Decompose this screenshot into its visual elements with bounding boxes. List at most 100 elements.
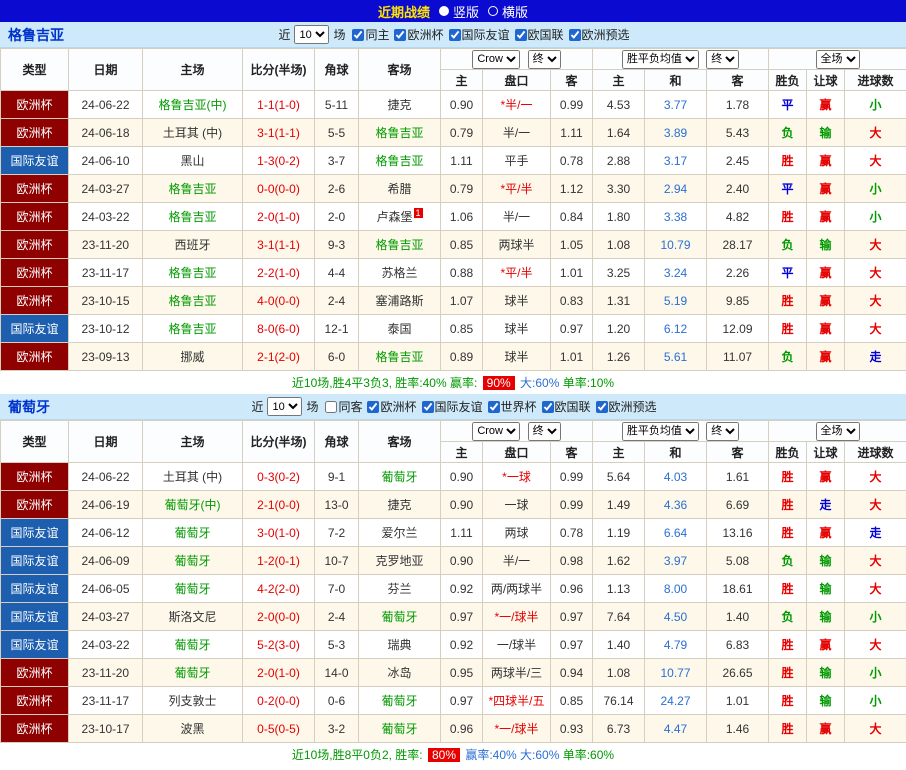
vertical-layout-option[interactable]: 竖版 (439, 2, 479, 21)
corner-count: 14-0 (315, 659, 359, 687)
filter-option[interactable]: 欧洲杯 (389, 26, 443, 43)
euro-away-odds: 5.08 (707, 547, 769, 575)
radio-unselected-icon[interactable] (488, 6, 498, 16)
euro-draw-odds: 3.77 (645, 91, 707, 119)
col-home: 主场 (143, 49, 243, 91)
asian-handicap: *一球 (483, 463, 551, 491)
filter-checkbox[interactable] (542, 401, 554, 413)
odds-provider-select[interactable]: Crow (472, 422, 520, 441)
filter-checkbox[interactable] (515, 29, 527, 41)
match-row: 国际友谊24-03-27斯洛文尼2-0(0-0)2-4葡萄牙0.97*一/球半0… (1, 603, 906, 631)
result-goals: 大 (845, 287, 906, 315)
col-score: 比分(半场) (243, 49, 315, 91)
home-team: 土耳其 (中) (143, 119, 243, 147)
result-goals: 小 (845, 175, 906, 203)
corner-count: 5-3 (315, 631, 359, 659)
euro-time-select[interactable]: 终 (706, 422, 739, 441)
match-type: 欧洲杯 (1, 343, 69, 371)
asian-handicap: *平/半 (483, 259, 551, 287)
fulltime-select[interactable]: 全场 (816, 50, 860, 69)
euro-home-odds: 3.30 (593, 175, 645, 203)
euro-away-odds: 1.46 (707, 715, 769, 743)
match-score: 2-0(1-0) (243, 203, 315, 231)
filter-option[interactable]: 世界杯 (483, 398, 537, 415)
matches-table: 类型 日期 主场 比分(半场) 角球 客场 Crow 终 胜平负均值 终 全场 … (0, 420, 906, 743)
filter-option[interactable]: 国际友谊 (444, 26, 510, 43)
euro-home-odds: 1.80 (593, 203, 645, 231)
asian-handicap: 半/一 (483, 203, 551, 231)
col-wdl: 胜负 (769, 70, 807, 91)
filter-checkbox[interactable] (449, 29, 461, 41)
match-count-select[interactable]: 10 (267, 397, 302, 416)
filter-label: 同主 (365, 26, 389, 43)
away-team: 瑞典 (359, 631, 441, 659)
corner-count: 9-3 (315, 231, 359, 259)
filter-option[interactable]: 欧国联 (510, 26, 564, 43)
rate-badge: 80% (428, 748, 460, 762)
filter-checkbox[interactable] (569, 29, 581, 41)
asian-home-odds: 0.88 (441, 259, 483, 287)
filter-checkbox[interactable] (352, 29, 364, 41)
fulltime-select[interactable]: 全场 (816, 422, 860, 441)
matches-label: 场 (306, 398, 318, 415)
asian-away-odds: 0.99 (551, 463, 593, 491)
result-handicap: 赢 (807, 175, 845, 203)
euro-draw-odds: 4.36 (645, 491, 707, 519)
filter-checkbox[interactable] (488, 401, 500, 413)
filter-checkboxes: 同主欧洲杯国际友谊欧国联欧洲预选 (347, 26, 629, 43)
match-type: 欧洲杯 (1, 687, 69, 715)
col-corner: 角球 (315, 421, 359, 463)
result-wdl: 胜 (769, 575, 807, 603)
home-team: 格鲁吉亚 (143, 175, 243, 203)
asian-handicap: *半/一 (483, 91, 551, 119)
horizontal-layout-option[interactable]: 横版 (488, 2, 528, 21)
col-asian-away: 客 (551, 442, 593, 463)
filter-option[interactable]: 欧洲预选 (564, 26, 630, 43)
match-score: 1-1(1-0) (243, 91, 315, 119)
odds-time-select[interactable]: 终 (528, 422, 561, 441)
filter-checkbox[interactable] (325, 401, 337, 413)
asian-home-odds: 1.11 (441, 519, 483, 547)
wdl-avg-select[interactable]: 胜平负均值 (622, 50, 699, 69)
odds-time-select[interactable]: 终 (528, 50, 561, 69)
radio-selected-icon[interactable] (439, 6, 449, 16)
odds-provider-select[interactable]: Crow (472, 50, 520, 69)
away-team: 克罗地亚 (359, 547, 441, 575)
match-count-select[interactable]: 10 (294, 25, 329, 44)
filter-option[interactable]: 欧国联 (537, 398, 591, 415)
filter-checkbox[interactable] (422, 401, 434, 413)
euro-away-odds: 2.26 (707, 259, 769, 287)
wdl-avg-select[interactable]: 胜平负均值 (622, 422, 699, 441)
filter-option[interactable]: 欧洲预选 (591, 398, 657, 415)
filter-option[interactable]: 国际友谊 (417, 398, 483, 415)
match-row: 国际友谊24-06-10黑山1-3(0-2)3-7格鲁吉亚1.11平手0.782… (1, 147, 906, 175)
filter-checkbox[interactable] (367, 401, 379, 413)
filter-bar: 近 10 场 同客欧洲杯国际友谊世界杯欧国联欧洲预选 (249, 397, 656, 416)
summary-text: 近10场,胜4平3负3, 胜率:40% (292, 374, 450, 391)
filter-option[interactable]: 同主 (347, 26, 389, 43)
result-wdl: 负 (769, 547, 807, 575)
asian-home-odds: 0.92 (441, 575, 483, 603)
col-wdl: 胜负 (769, 442, 807, 463)
filter-option[interactable]: 同客 (320, 398, 362, 415)
asian-away-odds: 0.97 (551, 631, 593, 659)
asian-away-odds: 0.84 (551, 203, 593, 231)
asian-handicap: *平/半 (483, 175, 551, 203)
filter-checkbox[interactable] (596, 401, 608, 413)
corner-count: 5-11 (315, 91, 359, 119)
away-team: 塞浦路斯 (359, 287, 441, 315)
col-asian-home: 主 (441, 442, 483, 463)
match-score: 3-0(1-0) (243, 519, 315, 547)
match-score: 5-2(3-0) (243, 631, 315, 659)
col-letgoal: 让球 (807, 442, 845, 463)
match-row: 欧洲杯24-06-18土耳其 (中)3-1(1-1)5-5格鲁吉亚0.79半/一… (1, 119, 906, 147)
match-date: 23-10-12 (69, 315, 143, 343)
result-goals: 大 (845, 491, 906, 519)
match-date: 24-06-05 (69, 575, 143, 603)
euro-time-select[interactable]: 终 (706, 50, 739, 69)
match-row: 国际友谊23-10-12格鲁吉亚8-0(6-0)12-1泰国0.85球半0.97… (1, 315, 906, 343)
result-handicap: 输 (807, 119, 845, 147)
euro-home-odds: 1.49 (593, 491, 645, 519)
filter-option[interactable]: 欧洲杯 (362, 398, 416, 415)
filter-checkbox[interactable] (394, 29, 406, 41)
